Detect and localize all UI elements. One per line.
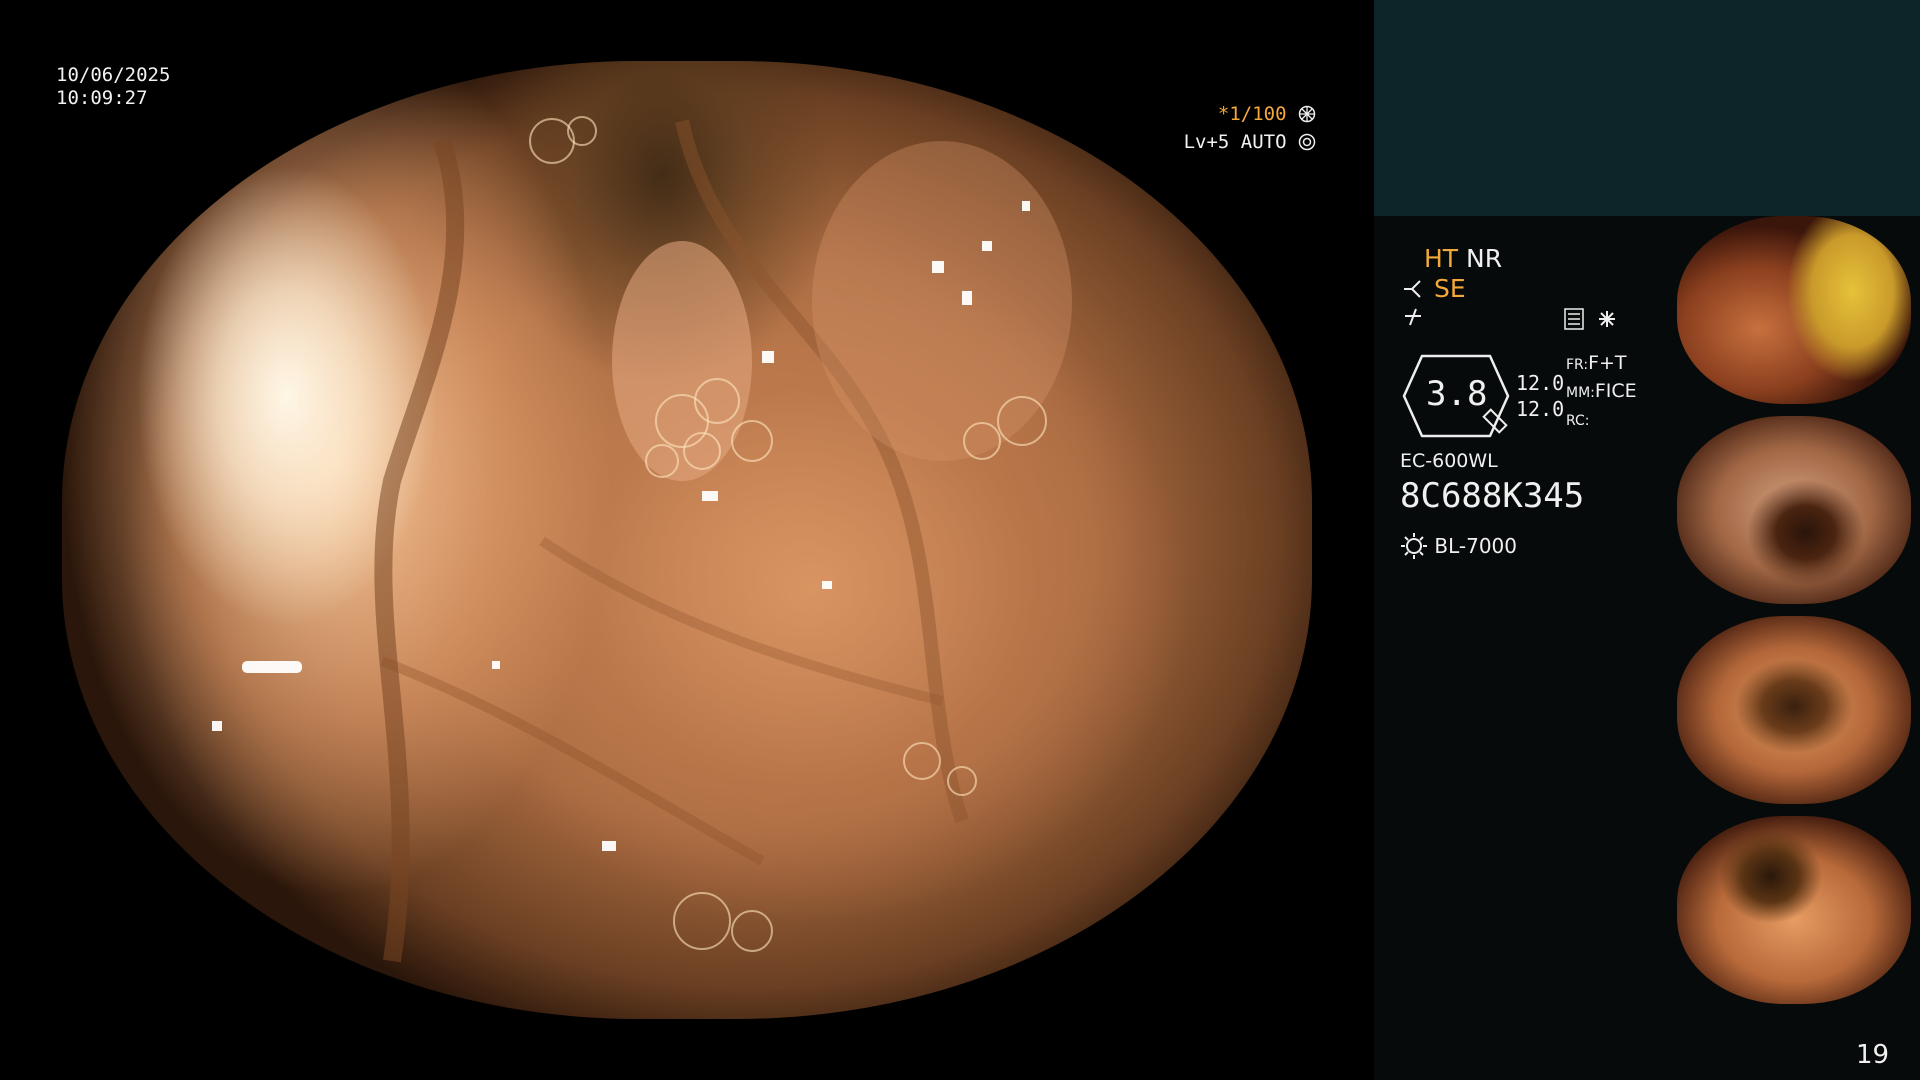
exposure-overlay: *1/100 Lv+5 AUTO (1184, 100, 1316, 156)
mucosa-texture (212, 101, 1072, 963)
shutter-text: *1/100 (1217, 103, 1287, 125)
rc-label: RC: (1566, 413, 1590, 429)
date-text: 10/06/2025 (56, 64, 171, 86)
mode-row-2: SE (1402, 274, 1466, 303)
light-source-row: BL-7000 (1400, 532, 1517, 560)
slash-icon (1405, 308, 1421, 326)
star-icon (1599, 311, 1615, 327)
thumbnail[interactable] (1669, 616, 1920, 812)
settings-list-icon (1564, 308, 1584, 330)
light-source: BL-7000 (1434, 534, 1517, 558)
page-number: 19 (1856, 1040, 1890, 1070)
mode-ht: HT (1424, 244, 1459, 273)
lamp-icon (1401, 533, 1427, 559)
mm-value: FICE (1594, 380, 1637, 402)
fr-label: FR: (1566, 357, 1589, 373)
thumbnail[interactable] (1669, 216, 1920, 412)
mode-row-1: HT NR (1424, 244, 1502, 273)
mode-nr: NR (1466, 244, 1503, 273)
datetime-overlay: 10/06/2025 10:09:27 (56, 64, 170, 110)
thumbnail[interactable] (1669, 416, 1920, 612)
value-2: 12.0 (1516, 397, 1565, 421)
fork-icon (1404, 280, 1421, 298)
endoscopy-main-image (62, 61, 1312, 1019)
time-text: 10:09:27 (56, 87, 148, 109)
endoscopy-screen: 10/06/2025 10:09:27 *1/100 Lv+5 AUTO HT … (0, 0, 1920, 1080)
fr-value: F+T (1588, 352, 1627, 374)
asterisk-wheel-icon (1298, 105, 1316, 123)
mode-se: SE (1433, 274, 1466, 303)
mode-row-3 (1402, 306, 1424, 332)
thumbnail[interactable] (1669, 816, 1920, 1012)
panel-header-band (1374, 0, 1920, 216)
auto-iris-icon (1298, 133, 1316, 151)
settings-column: FR:F+T MM:FICE RC: (1566, 350, 1637, 434)
info-panel: HT NR SE 3.8 12.0 12.0 FR:F+T MM:FICE RC… (1374, 0, 1920, 1080)
level-text: Lv+5 AUTO (1183, 131, 1287, 153)
mm-label: MM: (1566, 385, 1595, 401)
magnification-value: 3.8 (1426, 374, 1488, 414)
scope-serial: 8C688K345 (1400, 476, 1585, 516)
values-column: 12.0 12.0 (1516, 370, 1564, 422)
value-1: 12.0 (1516, 371, 1565, 395)
scope-model: EC-600WL (1400, 450, 1498, 472)
